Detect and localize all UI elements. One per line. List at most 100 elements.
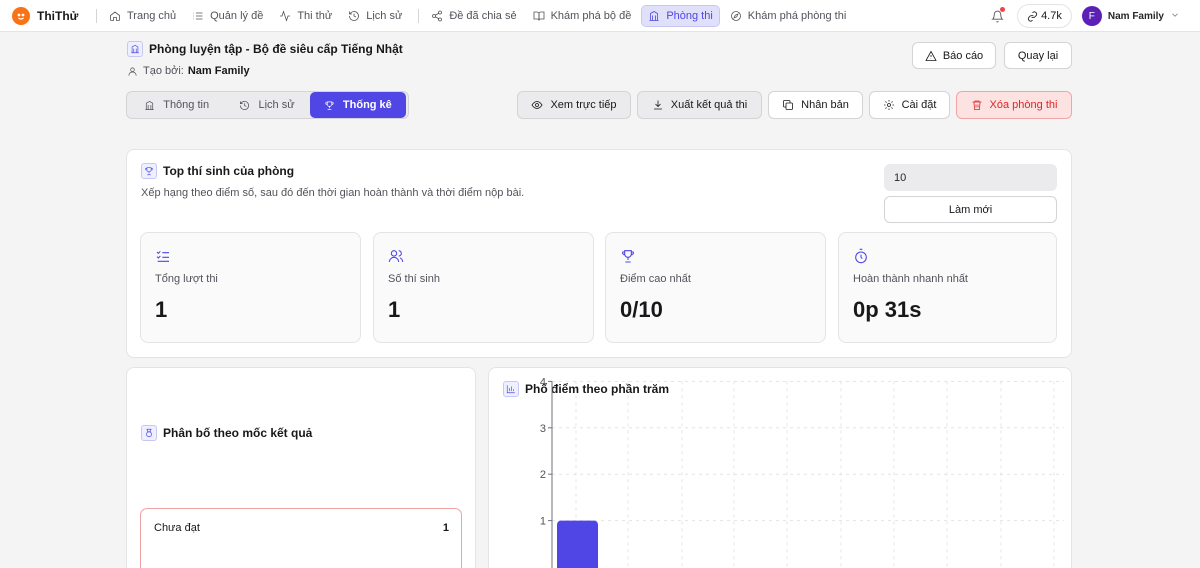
histogram-bar: [557, 520, 598, 568]
nav-item-practice[interactable]: Thi thử: [273, 5, 338, 27]
eye-icon: [532, 101, 543, 109]
link-icon: [1028, 11, 1038, 21]
tab-label: Thông tin: [163, 99, 210, 111]
watch-live-label: Xem trực tiếp: [550, 99, 617, 111]
warning-icon: [925, 50, 937, 61]
export-label: Xuất kết quả thi: [670, 99, 748, 111]
trophy-icon: [325, 100, 334, 110]
tab-info[interactable]: Thông tin: [129, 92, 224, 118]
medal-icon: [141, 425, 157, 441]
users-icon: [388, 248, 404, 264]
clone-button[interactable]: Nhân bản: [768, 91, 863, 119]
nav-item-label: Lịch sử: [366, 9, 403, 22]
tab-label: Lịch sử: [258, 99, 295, 111]
nav-item-manage-exams[interactable]: Quản lý đề: [186, 5, 269, 27]
tab-history[interactable]: Lịch sử: [224, 92, 309, 118]
created-by-label: Tạo bởi:: [143, 65, 184, 77]
nav-item-shared-exams[interactable]: Đề đã chia sẻ: [425, 5, 522, 27]
nav-divider: [418, 8, 420, 23]
credits-badge[interactable]: 4.7k: [1017, 4, 1072, 28]
timer-icon: [853, 248, 869, 264]
back-button[interactable]: Quay lại: [1004, 42, 1072, 69]
section-title: Top thí sinh của phòng: [163, 164, 295, 178]
y-tick-label: 1: [540, 516, 546, 528]
download-icon: [653, 100, 662, 110]
brand-name: ThiThử: [37, 8, 79, 23]
tab-label: Thống kê: [342, 99, 392, 111]
nav-item-history[interactable]: Lịch sử: [342, 5, 408, 27]
notification-button[interactable]: [985, 4, 1009, 28]
home-icon: [110, 10, 120, 21]
section-description: Xếp hạng theo điểm số, sau đó đến thời g…: [141, 187, 525, 199]
stat-label: Tổng lượt thi: [155, 273, 218, 285]
stat-fastest-completion: Hoàn thành nhanh nhất 0p 31s: [838, 232, 1057, 343]
nav-item-explore-exams[interactable]: Khám phá bộ đề: [527, 5, 638, 27]
stat-label: Hoàn thành nhanh nhất: [853, 273, 968, 285]
avatar[interactable]: F: [1081, 6, 1102, 26]
creator-name: Nam Family: [187, 65, 250, 77]
chevron-down-icon[interactable]: [1170, 7, 1180, 25]
nav-item-label: Thi thử: [297, 9, 333, 22]
columns-icon: [649, 10, 659, 21]
refresh-button[interactable]: Làm mới: [884, 196, 1057, 223]
notification-dot: [1000, 7, 1006, 12]
nav-divider: [96, 8, 97, 23]
creator-row: Tạo bởi: Nam Family: [127, 65, 250, 77]
top-limit-input[interactable]: [884, 164, 1057, 191]
brand[interactable]: ThiThử: [12, 6, 90, 25]
nav-item-home[interactable]: Trang chủ: [103, 5, 182, 27]
stat-value: 0p 31s: [853, 297, 922, 322]
nav-item-exam-rooms[interactable]: Phòng thi: [641, 4, 720, 27]
back-label: Quay lại: [1017, 49, 1059, 62]
copy-icon: [783, 100, 794, 110]
nav-item-label: Khám phá phòng thi: [747, 9, 847, 22]
distribution-header: Phân bố theo mốc kết quả: [141, 425, 312, 441]
top-candidates-header: Top thí sinh của phòng: [141, 163, 294, 179]
settings-button[interactable]: Cài đặt: [869, 91, 950, 119]
outcome-label: Chưa đạt: [154, 522, 200, 534]
brand-logo-icon: [12, 6, 30, 25]
section-title: Phân bố theo mốc kết quả: [163, 426, 313, 440]
watch-live-button[interactable]: Xem trực tiếp: [517, 91, 631, 119]
nav-right: 4.7k F Nam Family: [985, 4, 1180, 28]
stat-total-attempts: Tổng lượt thi 1: [140, 232, 361, 343]
export-results-button[interactable]: Xuất kết quả thi: [637, 91, 762, 119]
nav-item-explore-rooms[interactable]: Khám phá phòng thi: [724, 5, 852, 27]
trash-icon: [972, 100, 982, 110]
history-icon: [240, 100, 250, 110]
trophy-icon: [141, 163, 157, 179]
compass-icon: [730, 10, 741, 21]
book-open-icon: [533, 11, 544, 21]
report-label: Báo cáo: [942, 49, 984, 62]
stat-label: Số thí sinh: [388, 273, 440, 285]
nav-item-label: Đề đã chia sẻ: [449, 9, 517, 22]
outcome-row: Chưa đạt 1: [140, 508, 462, 568]
stat-label: Điểm cao nhất: [620, 273, 691, 285]
y-tick-label: 3: [540, 423, 546, 435]
nav-item-label: Trang chủ: [127, 9, 177, 22]
room-tabs: Thông tin Lịch sử Thống kê: [126, 91, 409, 119]
history-icon: [349, 10, 360, 21]
credits-value: 4.7k: [1041, 10, 1062, 22]
activity-icon: [280, 9, 291, 22]
delete-room-button[interactable]: Xóa phòng thi: [956, 91, 1072, 119]
nav-item-label: Khám phá bộ đề: [550, 9, 632, 22]
stat-candidates: Số thí sinh 1: [373, 232, 594, 343]
list-checks-icon: [155, 248, 171, 264]
top-navbar: ThiThử Trang chủ Quản lý đề Thi thử Lịch…: [0, 0, 1200, 32]
stat-value: 1: [388, 297, 401, 322]
settings-label: Cài đặt: [901, 99, 937, 111]
gear-icon: [883, 100, 894, 110]
user-name[interactable]: Nam Family: [1108, 11, 1164, 22]
page-title-row: Phòng luyện tập - Bộ đề siêu cấp Tiếng N…: [127, 41, 403, 57]
page-title: Phòng luyện tập - Bộ đề siêu cấp Tiếng N…: [149, 42, 403, 56]
nav-item-label: Quản lý đề: [210, 9, 264, 22]
outcome-count: 1: [442, 522, 449, 534]
clone-label: Nhân bản: [801, 99, 849, 111]
report-button[interactable]: Báo cáo: [912, 42, 996, 69]
tab-statistics[interactable]: Thống kê: [309, 92, 406, 118]
y-tick-label: 2: [540, 469, 546, 481]
stat-highest-score: Điểm cao nhất 0/10: [605, 232, 826, 343]
trophy-icon: [620, 248, 636, 264]
user-icon: [128, 66, 137, 76]
